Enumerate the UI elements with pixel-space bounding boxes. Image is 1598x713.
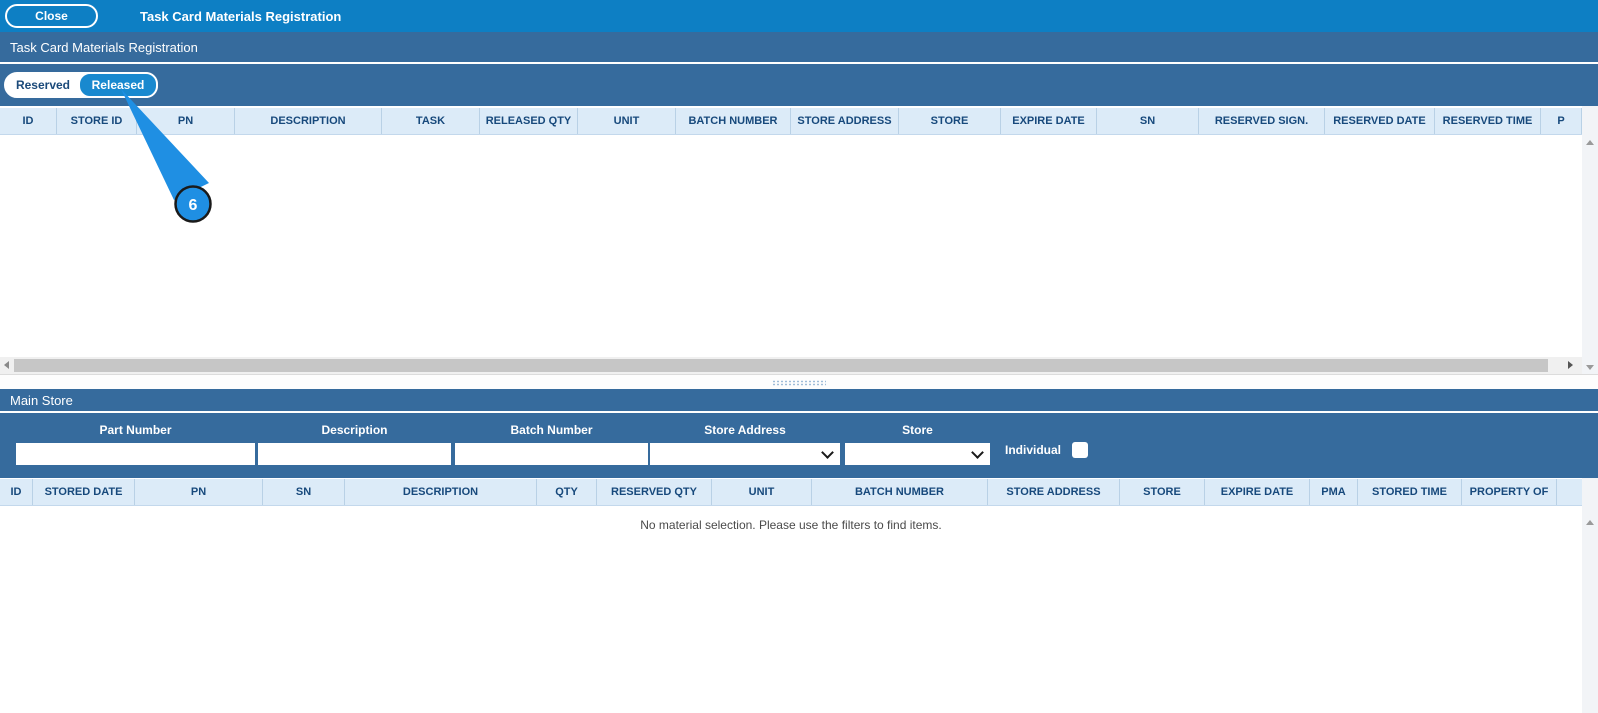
column-header[interactable]: STORE — [899, 108, 1001, 134]
column-header[interactable]: STORE ID — [57, 108, 137, 134]
window-title: Task Card Materials Registration — [140, 8, 342, 24]
batch-number-label: Batch Number — [510, 423, 593, 437]
store-label: Store — [902, 423, 933, 437]
column-header[interactable]: P — [1541, 108, 1582, 134]
column-header[interactable]: EXPIRE DATE — [1205, 479, 1310, 505]
tab-released[interactable]: Released — [78, 72, 158, 98]
batch-number-input[interactable] — [455, 443, 648, 465]
splitter-drag-handle-icon[interactable] — [772, 380, 826, 386]
filter-bar: Part Number Description Batch Number Sto… — [0, 413, 1598, 478]
column-header[interactable]: ID — [0, 108, 57, 134]
column-header[interactable]: RESERVED QTY — [597, 479, 712, 505]
store-filter: Store — [845, 423, 990, 465]
individual-filter: Individual — [1005, 442, 1089, 458]
column-header[interactable]: EXPIRE DATE — [1001, 108, 1097, 134]
column-header[interactable]: RESERVED SIGN. — [1199, 108, 1325, 134]
individual-label: Individual — [1005, 443, 1062, 457]
pane-splitter — [0, 374, 1598, 389]
tab-bar: Reserved Released — [0, 64, 1598, 106]
column-header[interactable]: SN — [1097, 108, 1199, 134]
column-header[interactable]: PN — [137, 108, 235, 134]
column-header[interactable]: RESERVED DATE — [1325, 108, 1435, 134]
column-header[interactable]: BATCH NUMBER — [676, 108, 791, 134]
scroll-up-arrow-icon[interactable] — [1586, 140, 1594, 145]
column-header[interactable]: BATCH NUMBER — [812, 479, 988, 505]
column-header[interactable]: STORE ADDRESS — [791, 108, 899, 134]
column-header[interactable]: TASK — [382, 108, 480, 134]
window-title-bar: Close Task Card Materials Registration — [0, 0, 1598, 32]
column-header[interactable]: SN — [263, 479, 345, 505]
close-button[interactable]: Close — [5, 4, 98, 28]
part-number-filter: Part Number — [16, 423, 255, 465]
column-header[interactable]: STORED DATE — [33, 479, 135, 505]
tab-reserved[interactable]: Reserved — [6, 74, 80, 96]
store-address-select[interactable] — [650, 443, 840, 465]
released-table-vertical-scrollbar[interactable] — [1582, 106, 1598, 374]
section-header-bar: Task Card Materials Registration — [0, 32, 1598, 64]
column-header[interactable]: QTY — [537, 479, 597, 505]
store-select[interactable] — [845, 443, 990, 465]
horizontal-scrollbar-thumb[interactable] — [14, 359, 1548, 372]
column-header[interactable]: RESERVED TIME — [1435, 108, 1541, 134]
scroll-up-arrow-icon[interactable] — [1586, 520, 1594, 525]
store-table-vertical-scrollbar[interactable] — [1582, 478, 1598, 713]
column-header[interactable]: DESCRIPTION — [235, 108, 382, 134]
column-header[interactable]: RELEASED QTY — [480, 108, 578, 134]
column-header[interactable]: UNIT — [578, 108, 676, 134]
scroll-right-arrow-icon[interactable] — [1568, 361, 1573, 369]
main-store-header-bar: Main Store — [0, 389, 1598, 413]
column-header[interactable]: STORED TIME — [1358, 479, 1462, 505]
column-header[interactable]: STORE — [1120, 479, 1205, 505]
scroll-down-arrow-icon[interactable] — [1586, 365, 1594, 370]
section-title: Task Card Materials Registration — [10, 39, 198, 55]
empty-selection-message: No material selection. Please use the fi… — [640, 518, 942, 532]
chevron-down-icon — [971, 446, 984, 459]
main-store-title: Main Store — [10, 392, 73, 408]
batch-number-filter: Batch Number — [455, 423, 648, 465]
chevron-down-icon — [821, 446, 834, 459]
column-header[interactable]: UNIT — [712, 479, 812, 505]
scroll-left-arrow-icon[interactable] — [4, 361, 9, 369]
released-table-body — [0, 135, 1582, 357]
store-table-header: ID STORED DATE PN SN DESCRIPTION QTY RESERVED … — [0, 478, 1582, 506]
part-number-label: Part Number — [99, 423, 172, 437]
task-card-materials-window: Close Task Card Materials Registration T… — [0, 0, 1598, 713]
column-header[interactable]: DESCRIPTION — [345, 479, 537, 505]
description-filter: Description — [258, 423, 451, 465]
store-table-body: No material selection. Please use the fi… — [0, 506, 1582, 713]
description-input[interactable] — [258, 443, 451, 465]
tab-group: Reserved Released — [4, 72, 158, 98]
store-address-label: Store Address — [704, 423, 786, 437]
part-number-input[interactable] — [16, 443, 255, 465]
column-header[interactable]: PMA — [1310, 479, 1358, 505]
store-address-filter: Store Address — [650, 423, 840, 465]
column-header[interactable]: PN — [135, 479, 263, 505]
description-label: Description — [321, 423, 388, 437]
column-header[interactable]: ID — [0, 479, 33, 505]
individual-checkbox[interactable] — [1072, 442, 1089, 458]
column-header[interactable]: PROPERTY OF — [1462, 479, 1557, 505]
released-table-header: ID STORE ID PN DESCRIPTION TASK RELEASED QTY U… — [0, 106, 1582, 135]
horizontal-scrollbar[interactable] — [0, 357, 1582, 374]
column-header[interactable]: STORE ADDRESS — [988, 479, 1120, 505]
